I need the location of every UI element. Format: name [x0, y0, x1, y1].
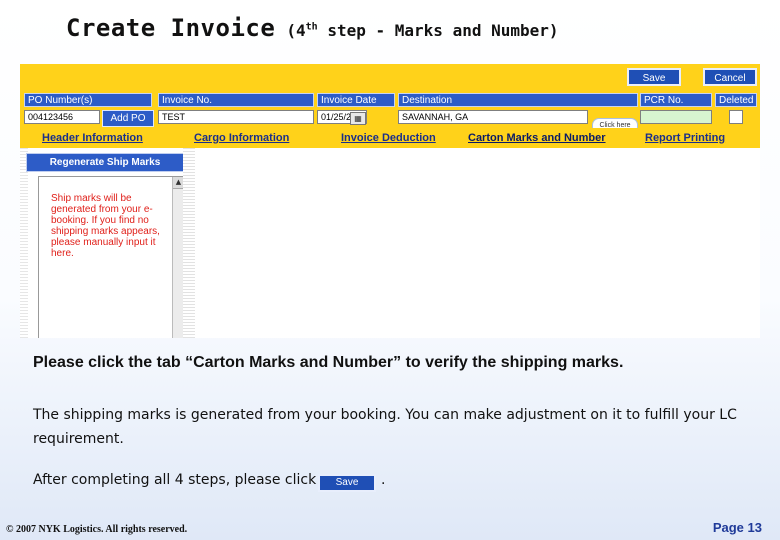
invoice-no-input[interactable]: TEST — [158, 110, 314, 124]
tab-carton-marks-and-number[interactable]: Carton Marks and Number — [468, 132, 606, 144]
after-period: . — [381, 472, 386, 488]
panel-border-pattern — [183, 148, 195, 338]
instruction-text: Please click the tab “Carton Marks and N… — [33, 354, 624, 371]
invoice-app-screenshot: Save Cancel PO Number(s) 004123456 Add P… — [20, 64, 760, 338]
invoice-date-label: Invoice Date — [317, 93, 395, 107]
invoice-no-label: Invoice No. — [158, 93, 314, 107]
ship-marks-textarea[interactable]: Ship marks will be generated from your e… — [38, 176, 185, 338]
calendar-icon[interactable]: ▦ — [350, 112, 366, 125]
cancel-button[interactable]: Cancel — [703, 68, 757, 86]
tab-header-information[interactable]: Header Information — [42, 132, 143, 144]
tab-report-printing[interactable]: Report Printing — [645, 132, 725, 144]
invoice-no-field: Invoice No. TEST — [158, 93, 314, 124]
ship-marks-note: Ship marks will be generated from your e… — [51, 193, 160, 259]
deleted-checkbox[interactable] — [729, 110, 743, 124]
deleted-label: Deleted — [715, 93, 757, 107]
tab-invoice-deduction[interactable]: Invoice Deduction — [341, 132, 436, 144]
po-number-label: PO Number(s) — [24, 93, 152, 107]
add-po-button[interactable]: Add PO — [102, 110, 154, 127]
page-number: Page 13 — [712, 520, 762, 535]
regenerate-ship-marks-button[interactable]: Regenerate Ship Marks — [26, 153, 184, 172]
title-sup: th — [305, 21, 318, 33]
destination-label: Destination — [398, 93, 638, 107]
pcr-no-label: PCR No. — [640, 93, 712, 107]
pcr-no-input[interactable] — [640, 110, 712, 124]
save-button-sample: Save — [318, 474, 376, 492]
tab-cargo-information[interactable]: Cargo Information — [194, 132, 289, 144]
slide-title-sub: (4th step - Marks and Number) — [286, 21, 558, 40]
po-number-input[interactable]: 004123456 — [24, 110, 100, 124]
pcr-no-field: PCR No. — [640, 93, 712, 124]
copyright-footer: © 2007 NYK Logistics. All rights reserve… — [6, 524, 188, 535]
title-sub-suffix: step - Marks and Number) — [317, 21, 559, 40]
title-sub-prefix: (4 — [286, 21, 306, 40]
save-button[interactable]: Save — [627, 68, 681, 86]
deleted-field: Deleted — [715, 93, 757, 124]
destination-input[interactable]: SAVANNAH, GA — [398, 110, 588, 124]
after-steps-text: After completing all 4 steps, please cli… — [33, 472, 317, 488]
slide-title-main: Create Invoice — [66, 14, 276, 42]
left-border-pattern — [20, 148, 28, 338]
slide-title: Create Invoice (4th step - Marks and Num… — [66, 14, 559, 42]
explanation-paragraph: The shipping marks is generated from you… — [33, 407, 737, 447]
